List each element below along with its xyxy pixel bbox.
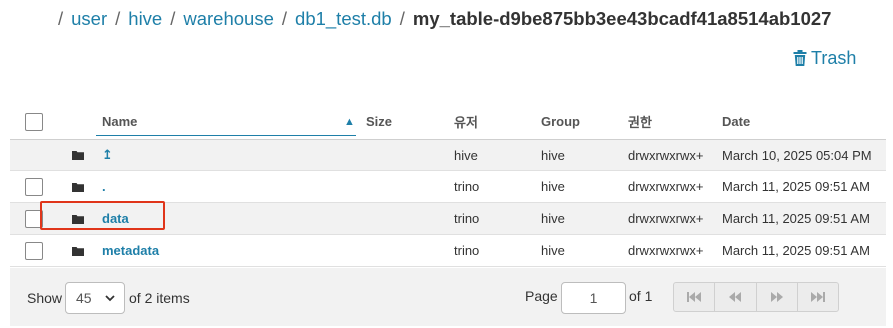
last-page-button[interactable] <box>798 283 838 311</box>
first-page-icon <box>687 292 702 302</box>
table-header: Name ▲ Size 유저 Group 권한 Date <box>10 104 886 140</box>
table-row[interactable]: metadata trino hive drwxrwxrwx+ March 11… <box>10 235 886 267</box>
prev-page-button[interactable] <box>715 283 757 311</box>
file-permissions: drwxrwxrwx+ <box>628 179 704 194</box>
breadcrumb-item-hive[interactable]: hive <box>128 8 162 30</box>
breadcrumb-item-user[interactable]: user <box>71 8 107 30</box>
breadcrumb: / user / hive / warehouse / db1_test.db … <box>58 6 831 32</box>
sort-cell: ▲ <box>344 104 355 139</box>
file-name-parent[interactable]: ↥ <box>102 140 113 170</box>
row-checkbox[interactable] <box>25 177 43 196</box>
file-user: trino <box>454 243 480 258</box>
pager-buttons <box>673 282 839 312</box>
file-user: hive <box>454 147 478 163</box>
first-page-button[interactable] <box>674 283 716 311</box>
next-page-button[interactable] <box>757 283 798 311</box>
trash-button[interactable]: Trash <box>793 46 856 70</box>
file-name-metadata[interactable]: metadata <box>102 235 159 266</box>
folder-cell <box>72 235 84 266</box>
file-user: trino <box>454 179 480 194</box>
checkbox-cell <box>25 171 43 202</box>
last-page-icon <box>810 292 825 302</box>
file-permissions: drwxrwxrwx+ <box>628 147 704 163</box>
file-date: March 11, 2025 09:51 AM <box>722 211 870 226</box>
chevron-down-icon <box>105 295 115 302</box>
column-header-date[interactable]: Date <box>722 104 750 139</box>
column-header-name[interactable]: Name <box>102 104 137 139</box>
file-name-data[interactable]: data <box>102 203 129 234</box>
trash-icon <box>793 50 807 66</box>
row-checkbox[interactable] <box>25 209 43 228</box>
trash-label: Trash <box>811 47 857 68</box>
file-group: hive <box>541 243 565 258</box>
folder-icon <box>72 214 84 224</box>
checkbox-cell <box>25 235 43 266</box>
folder-cell <box>72 171 84 202</box>
page-size-value: 45 <box>76 290 92 306</box>
file-name-current[interactable]: . <box>102 171 106 202</box>
file-group: hive <box>541 211 565 226</box>
breadcrumb-item-warehouse[interactable]: warehouse <box>183 8 274 30</box>
breadcrumb-separator: / <box>170 8 176 29</box>
folder-cell <box>72 140 84 170</box>
file-date: March 11, 2025 09:51 AM <box>722 243 870 258</box>
breadcrumb-separator: / <box>58 8 64 29</box>
sort-indicator-line <box>96 135 356 136</box>
file-permissions: drwxrwxrwx+ <box>628 211 704 226</box>
breadcrumb-separator: / <box>115 8 121 29</box>
breadcrumb-current: my_table-d9be875bb3ee43bcadf41a8514ab102… <box>412 8 832 29</box>
page-count-label: of 1 <box>629 288 653 304</box>
folder-cell <box>72 203 84 234</box>
page-label: Page <box>525 288 558 304</box>
folder-icon <box>72 246 84 256</box>
file-date: March 11, 2025 09:51 AM <box>722 179 870 194</box>
column-header-permissions[interactable]: 권한 <box>628 104 652 139</box>
select-all-checkbox[interactable] <box>25 112 43 131</box>
page-number-input[interactable]: 1 <box>561 282 626 314</box>
breadcrumb-separator: / <box>281 8 288 29</box>
folder-icon <box>72 182 84 192</box>
file-user: trino <box>454 211 480 226</box>
column-header-group[interactable]: Group <box>541 104 580 139</box>
file-permissions: drwxrwxrwx+ <box>628 243 704 258</box>
pagination-footer: Show 45 of 2 items Page 1 of 1 <box>10 268 886 326</box>
column-header-user[interactable]: 유저 <box>454 104 478 139</box>
table-row[interactable]: ↥ hive hive drwxrwxrwx+ March 10, 2025 0… <box>10 140 886 171</box>
next-page-icon <box>770 292 783 302</box>
prev-page-icon <box>729 292 742 302</box>
select-all-cell <box>25 104 43 139</box>
row-checkbox[interactable] <box>25 241 43 260</box>
items-count-label: of 2 items <box>129 290 190 306</box>
checkbox-cell <box>25 203 43 234</box>
file-group: hive <box>541 147 565 163</box>
breadcrumb-separator: / <box>399 8 405 29</box>
table-row[interactable]: data trino hive drwxrwxrwx+ March 11, 20… <box>10 203 886 235</box>
show-label: Show <box>27 290 63 306</box>
file-date: March 10, 2025 05:04 PM <box>722 147 872 163</box>
table-row[interactable]: . trino hive drwxrwxrwx+ March 11, 2025 … <box>10 171 886 203</box>
sort-up-icon[interactable]: ▲ <box>344 116 355 128</box>
file-group: hive <box>541 179 565 194</box>
page-size-select[interactable]: 45 <box>65 282 125 314</box>
column-header-size[interactable]: Size <box>366 104 392 139</box>
breadcrumb-item-db[interactable]: db1_test.db <box>295 8 392 30</box>
folder-icon <box>72 151 84 160</box>
